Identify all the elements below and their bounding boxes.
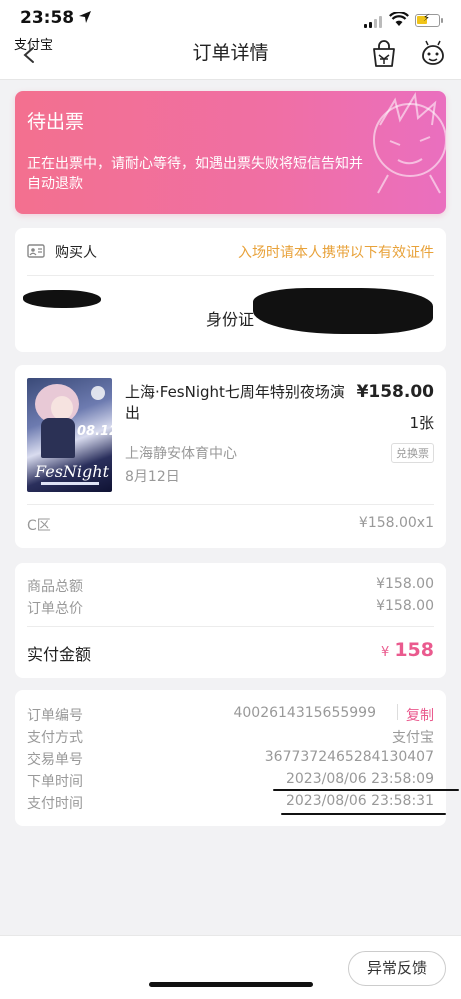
- payment-method-value: 支付宝: [392, 730, 434, 746]
- status-banner: 待出票 正在出票中，请耐心等待，如遇出票失败将短信告知并自动退款: [15, 91, 446, 214]
- zone-price: ¥158.00x1: [358, 515, 434, 531]
- divider: [397, 704, 398, 720]
- ticket-type-badge: 兑换票: [391, 443, 434, 463]
- event-name: 上海·FesNight七周年特别夜场演出: [125, 383, 345, 422]
- event-venue: 上海静安体育中心: [125, 446, 237, 462]
- buyer-id-type: 身份证: [206, 310, 255, 329]
- status-bar: 23:58 ⚡: [0, 0, 461, 34]
- paid-amount: ¥ 158: [381, 639, 434, 661]
- battery-icon: ⚡: [415, 13, 443, 27]
- order-time-value: 2023/08/06 23:58:09: [285, 771, 434, 787]
- paid-amount-label: 实付金额: [27, 645, 92, 664]
- divider: [27, 275, 434, 276]
- order-number-label: 订单编号: [27, 708, 83, 724]
- handwritten-underline: [281, 813, 446, 815]
- trade-number-value: 3677372465284130407: [264, 749, 434, 765]
- home-indicator: [149, 982, 313, 987]
- ticket-price: ¥158.00: [356, 382, 434, 402]
- order-time-label: 下单时间: [27, 774, 83, 790]
- signal-icon: [364, 16, 382, 28]
- handwritten-underline: [273, 789, 459, 791]
- price-summary-card: 商品总额 ¥158.00 订单总价 ¥158.00 实付金额 ¥ 158: [15, 563, 446, 678]
- location-arrow-icon: [79, 11, 91, 23]
- report-issue-button[interactable]: 异常反馈: [348, 951, 446, 986]
- payment-method-label: 支付方式: [27, 730, 83, 746]
- payment-time-label: 支付时间: [27, 796, 83, 812]
- redacted-id-number: [253, 288, 433, 334]
- ticket-status-title: 待出票: [27, 111, 85, 133]
- customer-service-icon[interactable]: [419, 40, 447, 68]
- event-date: 8月12日: [125, 469, 180, 485]
- status-time: 23:58: [20, 8, 75, 28]
- divider: [27, 626, 434, 627]
- paid-amount-value: 158: [394, 639, 434, 661]
- order-total-value: ¥158.00: [376, 598, 434, 614]
- poster-date: 08.12: [77, 424, 112, 439]
- copy-order-number-button[interactable]: 复制: [406, 705, 434, 725]
- shopping-bag-icon[interactable]: [371, 40, 397, 68]
- nav-bar: 支付宝 订单详情: [0, 34, 461, 80]
- mascot-decoration-icon: [373, 92, 446, 194]
- poster-title: FesNight: [35, 462, 109, 481]
- goods-total-label: 商品总额: [27, 579, 83, 595]
- order-total-label: 订单总价: [27, 601, 83, 617]
- buyer-label: 购买人: [55, 245, 97, 261]
- ticket-card: 08.12 FesNight 上海·FesNight七周年特别夜场演出 ¥158…: [15, 365, 446, 548]
- wifi-icon: [389, 12, 409, 26]
- paid-currency: ¥: [380, 645, 390, 660]
- redacted-buyer-name: [23, 290, 101, 308]
- trade-number-label: 交易单号: [27, 752, 83, 768]
- id-card-icon: [27, 244, 45, 258]
- event-poster[interactable]: 08.12 FesNight: [27, 378, 112, 492]
- ticket-status-message: 正在出票中，请耐心等待，如遇出票失败将短信告知并自动退款: [27, 156, 363, 192]
- ticket-quantity: 1张: [409, 414, 434, 432]
- order-info-card: 订单编号 4002614315655999 复制 支付方式 支付宝 交易单号 3…: [15, 690, 459, 826]
- goods-total-value: ¥158.00: [376, 576, 434, 592]
- divider: [27, 504, 434, 505]
- bottom-bar: 异常反馈: [0, 935, 461, 999]
- seat-zone: C区: [27, 518, 51, 534]
- buyer-id-notice: 入场时请本人携带以下有效证件: [238, 245, 434, 261]
- order-number-value: 4002614315655999: [233, 705, 376, 721]
- buyer-card: 购买人 入场时请本人携带以下有效证件 身份证: [15, 228, 446, 352]
- payment-time-value: 2023/08/06 23:58:31: [285, 793, 434, 809]
